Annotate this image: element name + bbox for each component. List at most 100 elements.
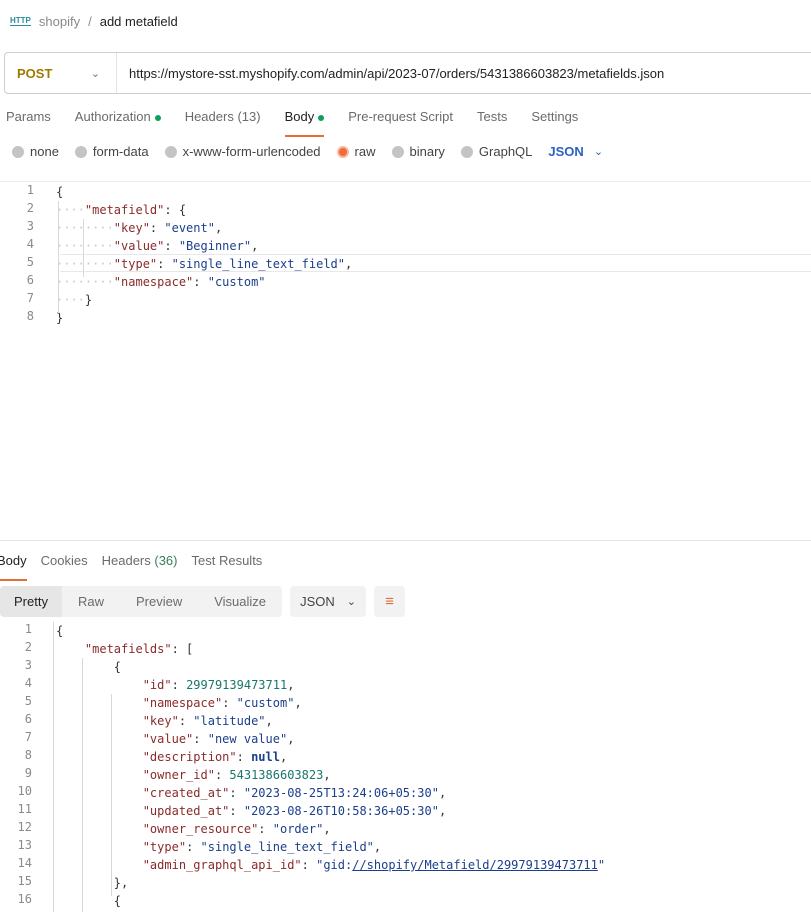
tab-authorization[interactable]: Authorization: [75, 108, 161, 128]
pane-divider[interactable]: [0, 540, 811, 541]
radio-binary[interactable]: binary: [391, 144, 445, 159]
line-number: 11: [17, 802, 32, 816]
request-name[interactable]: add metafield: [100, 14, 178, 29]
json-punct: :: [229, 786, 244, 800]
url-input[interactable]: https://mystore-sst.myshopify.com/admin/…: [117, 66, 664, 81]
json-punct: :: [186, 840, 201, 854]
url-bar: POST ⌄ https://mystore-sst.myshopify.com…: [4, 52, 811, 94]
code-line: "metafields": [: [56, 640, 193, 658]
code-line: ········"namespace": "custom": [56, 273, 266, 291]
json-punct: :: [258, 822, 273, 836]
response-tab-body[interactable]: Body: [0, 552, 27, 581]
chevron-down-icon: ⌄: [593, 146, 604, 158]
http-request-icon: HTTP: [10, 16, 31, 26]
code-line: "id": 29979139473711,: [56, 676, 295, 694]
radio-x-www-form-urlencoded[interactable]: x-www-form-urlencoded: [164, 144, 321, 159]
radio-graphql[interactable]: GraphQL: [460, 144, 532, 159]
line-number: 16: [17, 892, 32, 906]
code-line: ····}: [56, 291, 92, 309]
tab-body[interactable]: Body: [284, 108, 325, 137]
json-punct: ,: [287, 732, 295, 746]
json-key: "value": [113, 239, 165, 253]
json-key: "type": [113, 257, 158, 271]
response-format-select[interactable]: JSON ⌄: [290, 586, 367, 617]
code-line: "description": null,: [56, 748, 288, 766]
line-number: 2: [24, 640, 32, 654]
json-punct: ,: [265, 714, 273, 728]
whitespace-marker: ········: [56, 221, 114, 235]
request-body-editor[interactable]: 1{2 ····"metafield": {3 ········"key": "ev…: [0, 181, 811, 331]
json-punct: :: [229, 804, 244, 818]
tab-label: Body: [0, 553, 27, 568]
whitespace-marker: ····: [56, 203, 85, 217]
method-select[interactable]: POST ⌄: [5, 53, 117, 93]
json-key: "namespace": [113, 275, 194, 289]
tab-label: Cookies: [40, 553, 88, 568]
radio-icon: [336, 145, 349, 158]
view-pretty[interactable]: Pretty: [0, 586, 62, 617]
code-line: },: [56, 874, 128, 892]
tab-tests[interactable]: Tests: [477, 108, 507, 128]
whitespace-marker: [56, 660, 114, 674]
json-punct: :: [222, 696, 237, 710]
view-preview[interactable]: Preview: [120, 586, 198, 617]
whitespace-marker: ····: [56, 293, 85, 307]
tab-params[interactable]: Params: [6, 108, 51, 128]
json-punct: {: [56, 185, 64, 199]
body-format-select[interactable]: JSON ⌄: [548, 144, 603, 159]
json-punct: :: [171, 678, 187, 692]
response-body-viewer[interactable]: 1 {2 "metafields": [3 {4 "id": 2997913947…: [0, 622, 811, 915]
code-line: "type": "single_line_text_field",: [56, 838, 381, 856]
status-dot-icon: [154, 114, 161, 121]
radio-icon: [74, 145, 87, 158]
json-punct: :: [149, 221, 165, 235]
line-number: 4: [24, 676, 32, 690]
tab-pre-request-script[interactable]: Pre-request Script: [348, 108, 453, 128]
response-tab-cookies[interactable]: Cookies: [41, 552, 88, 572]
response-tab-headers[interactable]: Headers (36): [102, 552, 178, 572]
json-key: "metafields": [84, 642, 172, 656]
whitespace-marker: [56, 714, 143, 728]
json-key: "namespace": [142, 696, 223, 710]
json-string: ": [597, 858, 606, 872]
tab-label: Settings: [531, 109, 579, 124]
tab-headers[interactable]: Headers (13): [185, 108, 261, 128]
response-format-label: JSON: [300, 594, 335, 609]
view-raw[interactable]: Raw: [62, 586, 120, 617]
code-line: "updated_at": "2023-08-26T10:58:36+05:30…: [56, 802, 446, 820]
json-string: "gid:: [316, 858, 353, 872]
wrap-lines-button[interactable]: ≡: [374, 586, 406, 617]
response-tabs: Body Cookies Headers (36) Test Results: [0, 552, 276, 581]
chevron-down-icon: ⌄: [346, 596, 356, 608]
radio-none[interactable]: none: [12, 144, 59, 159]
line-number: 7: [26, 291, 34, 305]
whitespace-marker: [56, 786, 143, 800]
json-punct: :: [214, 768, 230, 782]
response-tab-test-results[interactable]: Test Results: [192, 552, 263, 572]
json-punct: ,: [294, 696, 302, 710]
response-view-tabs: Pretty Raw Preview Visualize: [0, 586, 283, 617]
indent-guide: [53, 622, 54, 912]
radio-form-data[interactable]: form-data: [74, 144, 149, 159]
whitespace-marker: ········: [56, 275, 114, 289]
json-string: "2023-08-25T13:24:06+05:30": [243, 786, 439, 800]
tab-settings[interactable]: Settings: [531, 108, 578, 128]
json-punct: :: [193, 732, 208, 746]
radio-raw[interactable]: raw: [336, 144, 376, 159]
tab-count: (36): [154, 553, 178, 568]
json-key: "key": [142, 714, 179, 728]
view-visualize[interactable]: Visualize: [198, 586, 282, 617]
json-punct: {: [56, 624, 64, 638]
json-punct: :: [193, 275, 208, 289]
collection-link[interactable]: shopify: [39, 14, 80, 29]
json-punct: ,: [251, 239, 259, 253]
json-punct: ,: [287, 678, 295, 692]
whitespace-marker: [56, 894, 114, 908]
chevron-down-icon: ⌄: [90, 67, 100, 80]
json-punct: }: [56, 311, 64, 325]
line-number: 8: [24, 748, 32, 762]
json-number: 5431386603823: [229, 768, 324, 782]
json-punct: },: [113, 876, 129, 890]
whitespace-marker: [56, 696, 143, 710]
json-link[interactable]: //shopify/Metafield/29979139473711: [352, 858, 598, 872]
